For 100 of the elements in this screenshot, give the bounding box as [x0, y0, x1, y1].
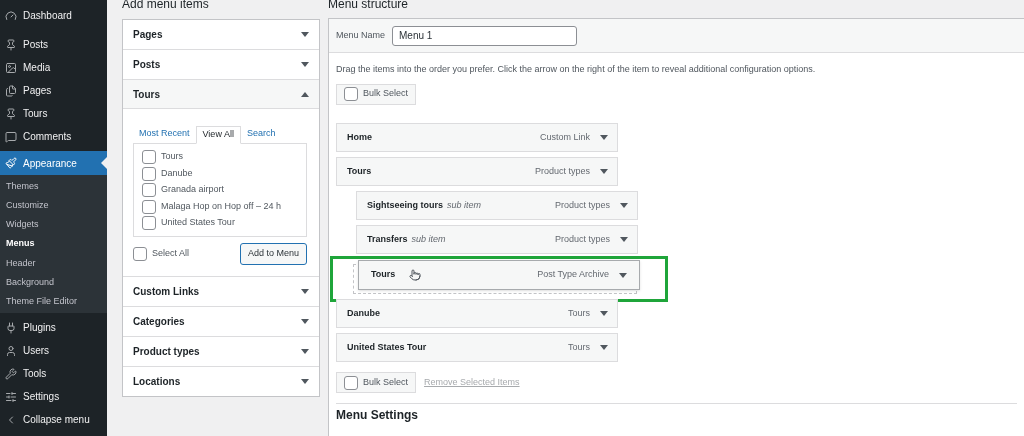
- submenu-item[interactable]: Theme File Editor: [0, 292, 107, 312]
- sidebar-item[interactable]: Posts: [0, 33, 107, 56]
- checkbox[interactable]: [344, 375, 358, 390]
- checkbox[interactable]: [344, 87, 358, 101]
- caret-icon[interactable]: [600, 311, 608, 316]
- tab[interactable]: Search: [240, 125, 282, 143]
- menu-item-type: Tours: [568, 340, 590, 354]
- tab[interactable]: View All: [195, 126, 241, 144]
- plug-icon: [5, 321, 17, 334]
- submenu-item[interactable]: Header: [0, 253, 107, 273]
- pages-icon: [5, 84, 17, 97]
- accordion-header[interactable]: Locations: [123, 367, 319, 396]
- menu-item-title: United States Tour: [347, 340, 427, 354]
- bulk-select-control[interactable]: Bulk Select: [336, 372, 417, 393]
- settings-icon: [5, 390, 17, 403]
- wrench-icon: [5, 367, 17, 380]
- checkbox[interactable]: [142, 166, 156, 181]
- checkbox-label: Select All: [152, 247, 190, 261]
- menu-item-title: Tours: [371, 268, 396, 282]
- checkbox-label: Tours: [161, 150, 183, 164]
- caret-icon[interactable]: [301, 62, 309, 67]
- menu-item[interactable]: Transfers sub item Product types: [356, 225, 638, 254]
- sidebar-item[interactable]: Users: [0, 339, 107, 363]
- sidebar-item[interactable]: Plugins: [0, 316, 107, 340]
- caret-icon[interactable]: [620, 203, 628, 208]
- media-icon: [5, 61, 17, 74]
- sidebar-item[interactable]: Media: [0, 56, 107, 79]
- submenu-item[interactable]: Menus: [0, 234, 107, 254]
- accordion-header[interactable]: Posts: [123, 50, 319, 79]
- checkbox-label: United States Tour: [161, 216, 235, 230]
- menu-item-type: Product types: [534, 164, 590, 178]
- menu-item[interactable]: Home Custom Link: [336, 123, 618, 152]
- menu-item[interactable]: Sightseeing tours sub item Product types: [356, 191, 638, 220]
- accordion-header[interactable]: Pages: [123, 20, 319, 49]
- checkbox[interactable]: [142, 150, 156, 164]
- menu-item-type: Product types: [554, 232, 610, 246]
- checkbox-label: Granada airport: [161, 183, 225, 197]
- accordion-header[interactable]: Custom Links: [123, 277, 319, 306]
- gauge-icon: [5, 9, 17, 22]
- menu-name-field[interactable]: Menu 1: [392, 25, 578, 46]
- sub-item-note: sub item: [447, 198, 482, 212]
- checkbox[interactable]: [142, 183, 156, 197]
- caret-icon[interactable]: [301, 379, 309, 384]
- submenu-item[interactable]: Background: [0, 272, 107, 293]
- menu-item[interactable]: Tours Product types: [336, 157, 618, 186]
- menu-item[interactable]: Tours Post Type Archive: [358, 260, 640, 290]
- caret-icon[interactable]: [600, 169, 608, 174]
- caret-icon[interactable]: [619, 272, 627, 278]
- menu-item-title: Home: [347, 130, 372, 144]
- add-to-menu-button[interactable]: Add to Menu: [239, 243, 307, 265]
- checkbox-label: Malaga Hop on Hop off – 24 h: [161, 199, 281, 213]
- pin-icon: [5, 107, 17, 120]
- sidebar-item[interactable]: Comments: [0, 125, 107, 148]
- tab[interactable]: Most Recent: [133, 125, 196, 143]
- menu-item-title: Danube: [347, 306, 380, 320]
- menu-item-type: Product types: [554, 198, 610, 212]
- paintbrush-icon: [5, 157, 17, 169]
- field-label: Menu Name: [336, 28, 386, 42]
- submenu-item[interactable]: Customize: [0, 196, 107, 216]
- section-heading: Menu Settings: [336, 408, 419, 422]
- caret-icon[interactable]: [620, 237, 628, 242]
- caret-icon[interactable]: [301, 32, 309, 37]
- sidebar-item[interactable]: Settings: [0, 385, 107, 409]
- section-heading: Add menu items: [122, 0, 210, 13]
- checkbox-label: Danube: [161, 166, 193, 180]
- submenu-item[interactable]: Widgets: [0, 215, 107, 235]
- menu-item[interactable]: Danube Tours: [336, 299, 618, 328]
- caret-icon[interactable]: [600, 135, 608, 140]
- instructions-text: Drag the items into the order you prefer. Click the arrow on the right of the item to reveal additional configuration options.: [336, 63, 817, 76]
- sidebar-item[interactable]: Appearance: [0, 151, 107, 175]
- current-pointer-icon: [101, 157, 107, 169]
- accordion-header[interactable]: Tours: [123, 80, 319, 109]
- accordion-header[interactable]: Categories: [123, 307, 319, 336]
- pointer-cursor-icon: [409, 269, 422, 281]
- checkbox[interactable]: [142, 216, 156, 230]
- menu-item-title: Sightseeing tours: [367, 198, 443, 212]
- submenu-item[interactable]: Themes: [0, 177, 107, 197]
- sidebar-item[interactable]: Pages: [0, 79, 107, 102]
- section-heading: Menu structure: [328, 0, 410, 13]
- caret-icon[interactable]: [600, 345, 608, 350]
- menu-item-title: Tours: [347, 164, 372, 178]
- bulk-select-control[interactable]: Bulk Select: [336, 83, 417, 105]
- caret-icon[interactable]: [301, 319, 309, 324]
- menu-item[interactable]: United States Tour Tours: [336, 333, 618, 362]
- caret-icon[interactable]: [301, 349, 309, 354]
- accordion-header[interactable]: Product types: [123, 337, 319, 366]
- speech-bubble-icon: [5, 130, 17, 143]
- menu-item-type: Custom Link: [539, 130, 590, 144]
- sidebar-item[interactable]: Collapse menu: [0, 408, 107, 432]
- checkbox[interactable]: [133, 247, 147, 261]
- user-icon: [5, 344, 17, 357]
- sidebar-item[interactable]: Tours: [0, 102, 107, 125]
- menu-item-type: Post Type Archive: [537, 268, 609, 282]
- sidebar-item[interactable]: Dashboard: [0, 4, 107, 27]
- sub-item-note: sub item: [411, 232, 446, 246]
- caret-icon[interactable]: [301, 289, 309, 294]
- sidebar-item[interactable]: Tools: [0, 362, 107, 386]
- pin-icon: [5, 38, 17, 51]
- caret-icon[interactable]: [301, 91, 309, 97]
- checkbox[interactable]: [142, 199, 156, 214]
